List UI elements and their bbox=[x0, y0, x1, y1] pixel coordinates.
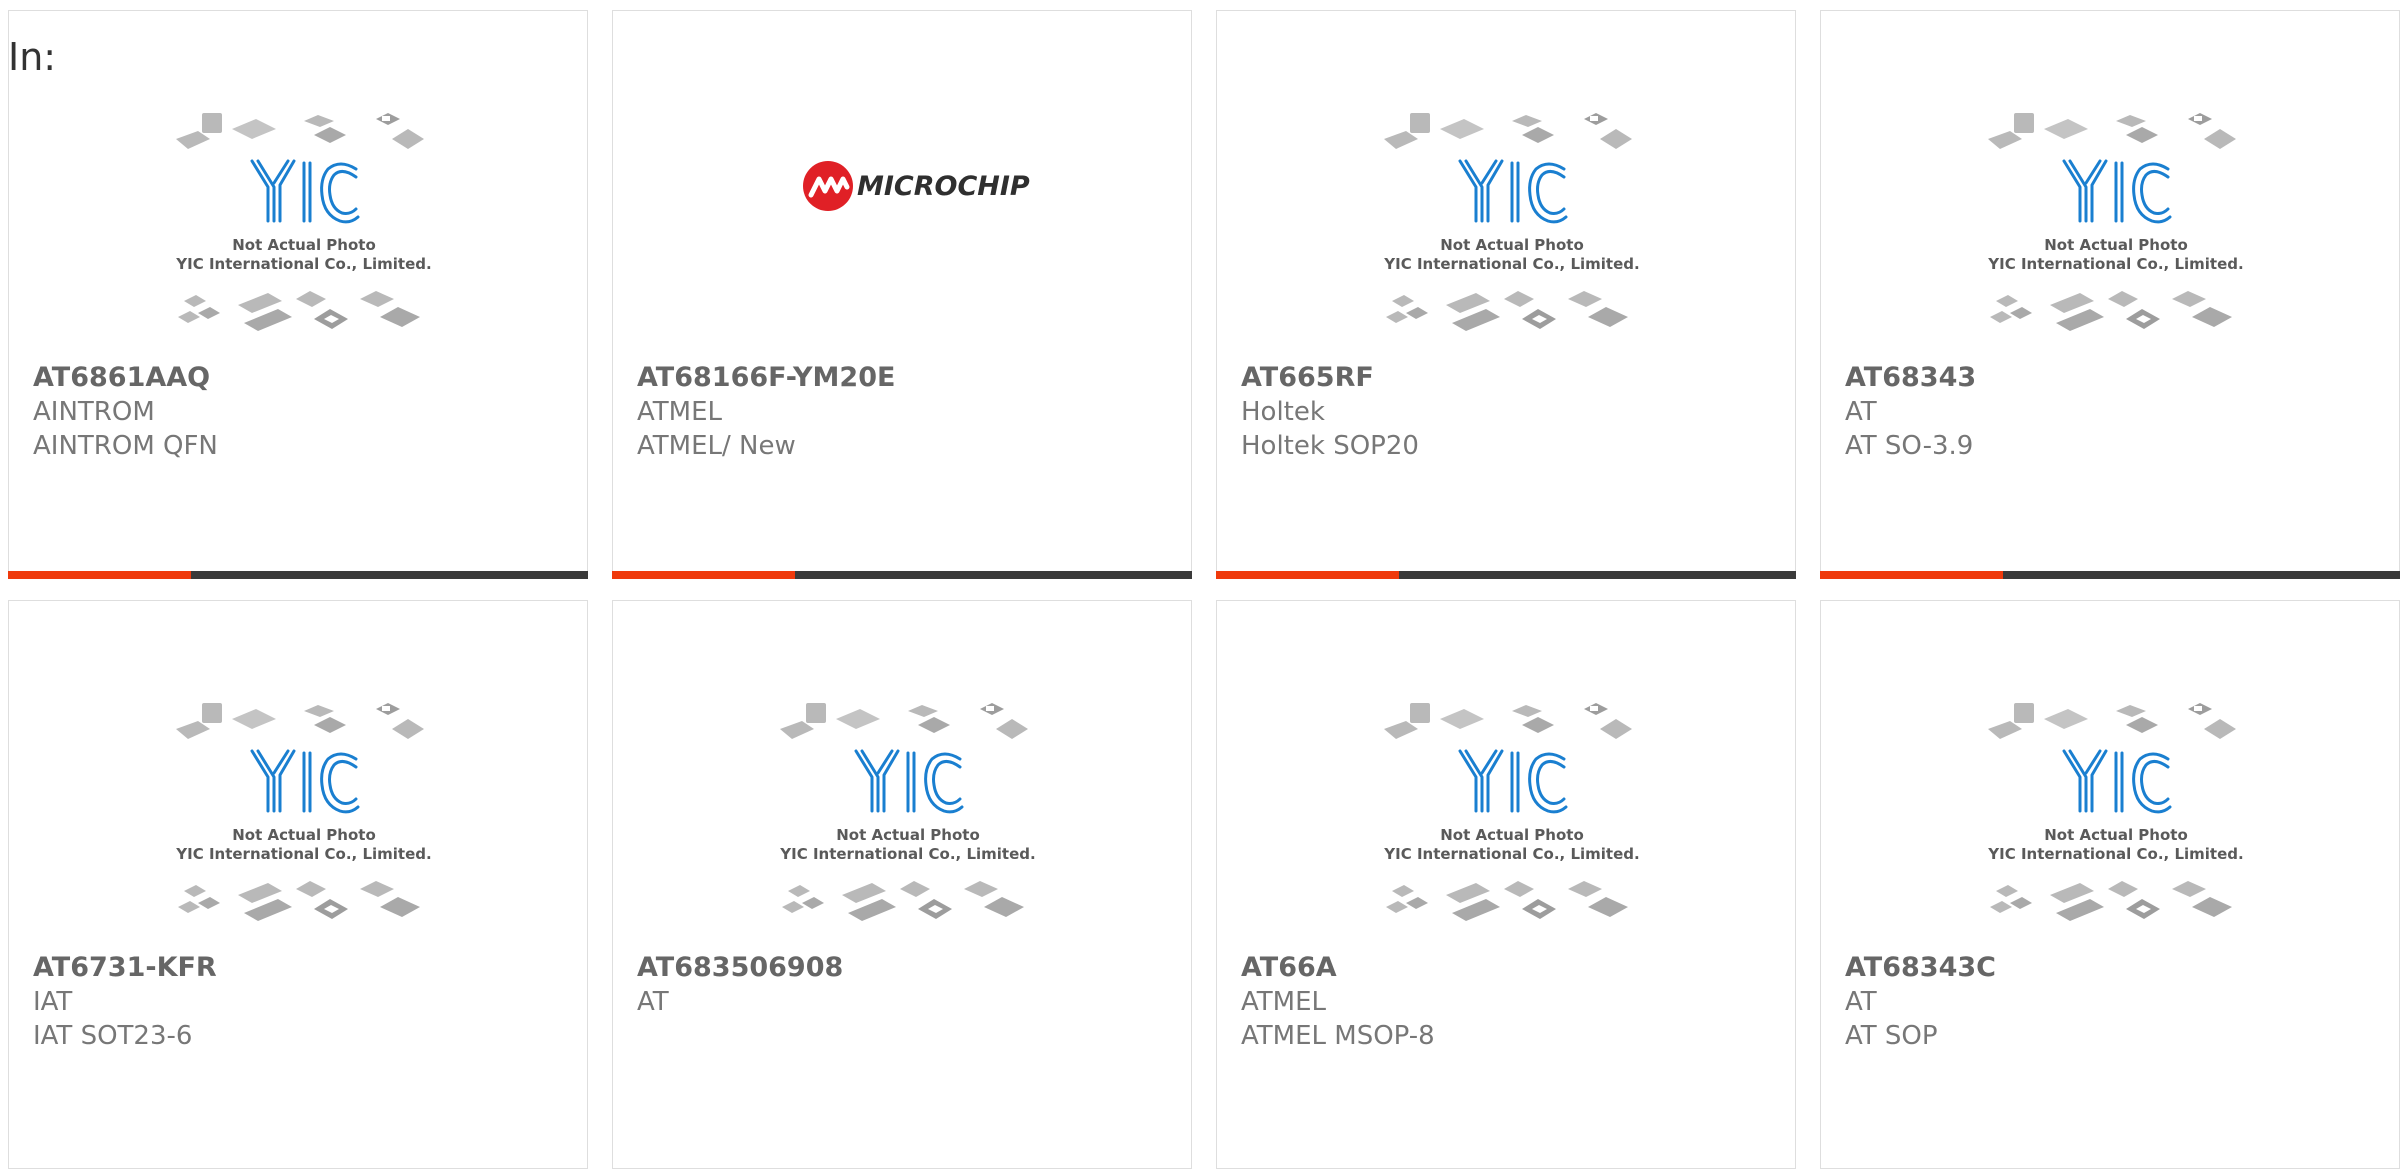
svg-text:YIC International Co., Limited: YIC International Co., Limited. bbox=[1383, 845, 1639, 863]
manufacturer: IAT bbox=[33, 987, 73, 1017]
placeholder-image: Not Actual Photo YIC International Co., L… bbox=[1372, 103, 1652, 353]
yic-placeholder-icon: Not Actual PhotoYIC International Co., L… bbox=[175, 703, 432, 921]
svg-text:Not Actual Photo: Not Actual Photo bbox=[1440, 826, 1584, 844]
yic-placeholder-icon: Not Actual PhotoYIC International Co., L… bbox=[1987, 113, 2244, 331]
package-info: AINTROM QFN bbox=[33, 431, 218, 461]
package-info: IAT SOT23-6 bbox=[33, 1021, 193, 1051]
product-card[interactable]: Not Actual Photo YIC International Co., L… bbox=[1820, 600, 2400, 1169]
microchip-logo: MICROCHIP bbox=[803, 156, 1030, 216]
package-info: ATMEL/ New bbox=[637, 431, 796, 461]
svg-text:YIC International Co., Limited: YIC International Co., Limited. bbox=[779, 845, 1035, 863]
microchip-mark-icon bbox=[803, 161, 853, 211]
manufacturer: AT bbox=[637, 987, 669, 1017]
package-info: ATMEL MSOP-8 bbox=[1241, 1021, 1435, 1051]
part-number[interactable]: AT66A bbox=[1241, 951, 1783, 985]
svg-text:YIC International Co., Limited: YIC International Co., Limited. bbox=[1987, 255, 2243, 273]
product-card[interactable]: Not Actual Photo YIC International Co., L… bbox=[8, 10, 588, 579]
svg-text:YIC International Co., Limited: YIC International Co., Limited. bbox=[1383, 255, 1639, 273]
card-accent-bar bbox=[1820, 571, 2400, 579]
part-number[interactable]: AT6861AAQ bbox=[33, 361, 575, 395]
product-card[interactable]: Not Actual Photo YIC International Co., L… bbox=[1820, 10, 2400, 579]
part-number[interactable]: AT665RF bbox=[1241, 361, 1783, 395]
placeholder-image: Not Actual Photo YIC International Co., L… bbox=[1976, 103, 2256, 353]
placeholder-image: Not Actual Photo YIC International Co., L… bbox=[164, 103, 444, 353]
svg-text:YIC International Co., Limited: YIC International Co., Limited. bbox=[175, 845, 431, 863]
manufacturer: ATMEL bbox=[637, 397, 722, 427]
manufacturer: AT bbox=[1845, 987, 1877, 1017]
svg-text:Not Actual Photo: Not Actual Photo bbox=[2044, 236, 2188, 254]
product-card[interactable]: MICROCHIP AT68166F-YM20E ATMEL ATMEL/ Ne… bbox=[612, 10, 1192, 579]
manufacturer: AINTROM bbox=[33, 397, 155, 427]
in-label: In: bbox=[8, 35, 57, 79]
yic-placeholder-icon: Not Actual PhotoYIC International Co., L… bbox=[1987, 703, 2244, 921]
part-number[interactable]: AT68166F-YM20E bbox=[637, 361, 1179, 395]
package-info: Holtek SOP20 bbox=[1241, 431, 1419, 461]
svg-text:Not Actual Photo: Not Actual Photo bbox=[232, 826, 376, 844]
svg-text:Not Actual Photo: Not Actual Photo bbox=[232, 236, 376, 254]
svg-text:YIC International Co., Limited: YIC International Co., Limited. bbox=[175, 255, 431, 273]
part-number[interactable]: AT68343C bbox=[1845, 951, 2387, 985]
placeholder-image: Not Actual Photo YIC International Co., L… bbox=[768, 693, 1048, 943]
svg-text:Not Actual Photo: Not Actual Photo bbox=[2044, 826, 2188, 844]
part-number[interactable]: AT683506908 bbox=[637, 951, 1179, 985]
svg-text:Not Actual Photo: Not Actual Photo bbox=[1440, 236, 1584, 254]
svg-text:YIC International Co., Limited: YIC International Co., Limited. bbox=[1987, 845, 2243, 863]
placeholder-image: Not Actual Photo YIC International Co., L… bbox=[1976, 693, 2256, 943]
yic-placeholder-icon: Not Actual PhotoYIC International Co., L… bbox=[779, 703, 1036, 921]
microchip-wordmark: MICROCHIP bbox=[857, 170, 1030, 202]
part-number[interactable]: AT6731-KFR bbox=[33, 951, 575, 985]
card-accent-bar bbox=[612, 571, 1192, 579]
part-number[interactable]: AT68343 bbox=[1845, 361, 2387, 395]
manufacturer: AT bbox=[1845, 397, 1877, 427]
card-accent-bar bbox=[1216, 571, 1796, 579]
yic-placeholder-icon: Not Actual PhotoYIC International Co., L… bbox=[1383, 113, 1640, 331]
yic-placeholder-icon: Not Actual PhotoYIC International Co., L… bbox=[175, 113, 432, 331]
placeholder-image: Not Actual Photo YIC International Co., L… bbox=[1372, 693, 1652, 943]
product-card[interactable]: Not Actual Photo YIC International Co., L… bbox=[8, 600, 588, 1169]
card-accent-bar bbox=[8, 571, 588, 579]
package-info: AT SOP bbox=[1845, 1021, 1938, 1051]
product-grid: Not Actual Photo YIC International Co., L… bbox=[0, 0, 2400, 1169]
product-card[interactable]: Not Actual Photo YIC International Co., L… bbox=[612, 600, 1192, 1169]
product-card[interactable]: Not Actual Photo YIC International Co., L… bbox=[1216, 10, 1796, 579]
placeholder-image: Not Actual Photo YIC International Co., L… bbox=[164, 693, 444, 943]
manufacturer: Holtek bbox=[1241, 397, 1325, 427]
package-info: AT SO-3.9 bbox=[1845, 431, 1974, 461]
product-card[interactable]: Not Actual Photo YIC International Co., L… bbox=[1216, 600, 1796, 1169]
yic-placeholder-icon: Not Actual PhotoYIC International Co., L… bbox=[1383, 703, 1640, 921]
manufacturer: ATMEL bbox=[1241, 987, 1326, 1017]
svg-text:Not Actual Photo: Not Actual Photo bbox=[836, 826, 980, 844]
